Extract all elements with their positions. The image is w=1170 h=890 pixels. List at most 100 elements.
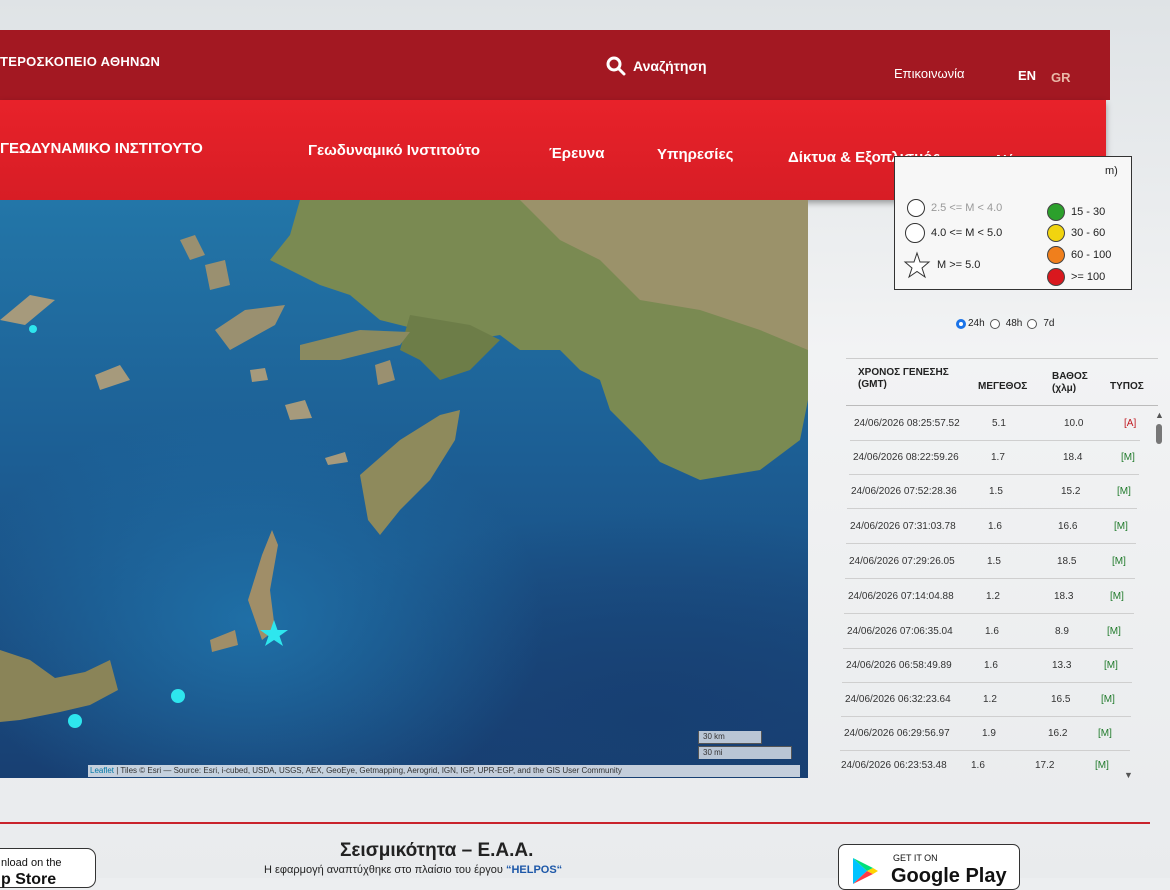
map-attribution: Leaflet | Tiles © Esri — Source: Esri, i… <box>88 765 800 777</box>
event-depth: 10.0 <box>1064 418 1084 429</box>
table-row[interactable]: 24/06/2026 06:32:23.64 1.2 16.5 [M] <box>841 682 1131 717</box>
search-icon <box>606 56 626 76</box>
depth-label: 60 - 100 <box>1071 249 1112 261</box>
depth-label: 30 - 60 <box>1071 227 1106 239</box>
event-magnitude: 1.7 <box>991 452 1005 463</box>
legend-depth-row: 15 - 30 <box>1047 203 1105 221</box>
legend-depth-row: >= 100 <box>1047 268 1105 286</box>
top-header-bar: ΤΕΡΟΣΚΟΠΕΙΟ ΑΘΗΝΩΝ Αναζήτηση Επικοινωνία… <box>0 30 1110 100</box>
leaflet-link[interactable]: Leaflet <box>90 766 114 775</box>
event-type: [M] <box>1101 694 1115 705</box>
event-time: 24/06/2026 07:14:04.88 <box>848 591 954 602</box>
island-kos <box>300 330 410 360</box>
col-depth-header-unit: (χλμ) <box>1052 383 1077 394</box>
footer-divider <box>0 822 1150 824</box>
radio-7d-label: 7d <box>1043 318 1055 329</box>
depth-dot-icon <box>1047 224 1065 242</box>
event-time: 24/06/2026 06:23:53.48 <box>841 760 947 771</box>
radio-7d[interactable] <box>1027 318 1038 329</box>
table-row[interactable]: 24/06/2026 08:25:57.52 5.1 10.0 [A] <box>850 406 1140 441</box>
map-legend: m) 2.5 <= M < 4.0 4.0 <= M < 5.0 M >= 5.… <box>894 156 1132 290</box>
legend-mag-label: 4.0 <= M < 5.0 <box>931 227 1003 239</box>
event-magnitude: 1.6 <box>971 760 985 771</box>
app-store-label: nload on the <box>1 857 62 869</box>
depth-dot-icon <box>1047 203 1065 221</box>
event-magnitude: 1.2 <box>986 591 1000 602</box>
event-time: 24/06/2026 06:58:49.89 <box>846 660 952 671</box>
event-time: 24/06/2026 07:06:35.04 <box>847 626 953 637</box>
nav-item-research[interactable]: Έρευνα <box>549 145 605 162</box>
quake-marker <box>171 689 185 703</box>
event-time: 24/06/2026 06:29:56.97 <box>844 728 950 739</box>
google-play-badge[interactable]: GET IT ON Google Play <box>838 844 1020 890</box>
depth-dot-icon <box>1047 268 1065 286</box>
google-play-small-label: GET IT ON <box>893 853 938 863</box>
col-depth-header: ΒΑΘΟΣ <box>1052 371 1088 382</box>
event-depth: 15.2 <box>1061 486 1081 497</box>
legend-circle-icon <box>905 223 925 243</box>
depth-label: >= 100 <box>1071 271 1106 283</box>
radio-24h-label: 24h <box>968 318 985 329</box>
site-name[interactable]: ΤΕΡΟΣΚΟΠΕΙΟ ΑΘΗΝΩΝ <box>0 54 160 69</box>
nav-item-services[interactable]: Υπηρεσίες <box>657 146 733 163</box>
search-button[interactable]: Αναζήτηση <box>606 56 707 76</box>
table-row[interactable]: 24/06/2026 08:22:59.26 1.7 18.4 [M] <box>849 440 1139 475</box>
legend-row-mag-5: M >= 5.0 <box>903 251 980 279</box>
google-play-label: Google Play <box>891 865 1007 887</box>
legend-star-icon <box>903 251 931 279</box>
event-depth: 16.5 <box>1051 694 1071 705</box>
island-tilos <box>285 400 312 420</box>
scroll-down-arrow-icon[interactable]: ▼ <box>1124 770 1133 780</box>
island-small-3 <box>325 452 348 465</box>
lang-gr-link[interactable]: GR <box>1051 70 1071 85</box>
depth-label: 15 - 30 <box>1071 206 1106 218</box>
event-depth: 8.9 <box>1055 626 1069 637</box>
island-small-west <box>0 295 55 325</box>
island-symi <box>375 360 395 385</box>
event-magnitude: 1.9 <box>982 728 996 739</box>
table-row[interactable]: 24/06/2026 07:06:35.04 1.6 8.9 [M] <box>843 614 1133 649</box>
table-row[interactable]: 24/06/2026 06:58:49.89 1.6 13.3 [M] <box>842 648 1132 683</box>
island-small-2 <box>95 365 130 390</box>
table-row[interactable]: 24/06/2026 07:31:03.78 1.6 16.6 [M] <box>846 509 1136 544</box>
nav-item-geodynamic-institute[interactable]: Γεωδυναμικό Ινστιτούτο <box>308 142 480 159</box>
legend-row-partial: 2.5 <= M < 4.0 <box>907 199 1002 217</box>
scale-mi: 30 mi <box>698 746 792 759</box>
legend-mag-label: M >= 5.0 <box>937 259 981 271</box>
seismic-map[interactable] <box>0 200 808 778</box>
scroll-up-arrow-icon[interactable]: ▲ <box>1155 410 1164 420</box>
map-scale-bar: 30 km 30 mi <box>698 731 792 759</box>
institute-title[interactable]: ΓΕΩΔΥΝΑΜΙΚΟ ΙΝΣΤΙΤΟΥΤΟ <box>0 140 203 157</box>
island-patmos <box>205 260 230 290</box>
radio-24h[interactable] <box>956 318 966 329</box>
island-rhodes <box>360 410 460 535</box>
table-row[interactable]: 24/06/2026 06:29:56.97 1.9 16.2 [M] <box>840 716 1130 751</box>
event-depth: 16.6 <box>1058 521 1078 532</box>
quake-marker <box>68 714 82 728</box>
col-type-header: ΤΥΠΟΣ <box>1110 381 1144 392</box>
legend-depth-row: 60 - 100 <box>1047 246 1111 264</box>
table-scrollbar-thumb[interactable] <box>1156 424 1162 444</box>
event-magnitude: 1.5 <box>989 486 1003 497</box>
map-tiles <box>0 200 808 728</box>
footer-subtitle-text: Η εφαρμογή αναπτύχθηκε στο πλαίσιο του έ… <box>264 864 503 876</box>
contact-link[interactable]: Επικοινωνία <box>894 66 965 81</box>
scale-km: 30 km <box>698 731 762 744</box>
legend-mag-label: 2.5 <= M < 4.0 <box>931 202 1003 214</box>
google-play-icon <box>853 858 878 884</box>
radio-48h[interactable] <box>989 318 1000 329</box>
table-row[interactable]: 24/06/2026 07:29:26.05 1.5 18.5 [M] <box>845 544 1135 579</box>
app-store-name: p Store <box>1 871 57 888</box>
table-row[interactable]: 24/06/2026 07:52:28.36 1.5 15.2 [M] <box>847 474 1137 509</box>
app-store-badge[interactable]: nload on the p Store <box>0 848 96 888</box>
event-type: [M] <box>1117 486 1131 497</box>
radio-48h-label: 48h <box>1005 318 1023 329</box>
table-row[interactable]: 24/06/2026 07:14:04.88 1.2 18.3 [M] <box>844 579 1134 614</box>
event-type: [M] <box>1098 728 1112 739</box>
event-type: [M] <box>1095 760 1109 771</box>
table-row[interactable]: 24/06/2026 06:23:53.48 1.6 17.2 [M] <box>839 748 1129 782</box>
event-type: [A] <box>1124 418 1137 429</box>
lang-en-link[interactable]: EN <box>1018 68 1036 83</box>
footer-project-name[interactable]: “HELPOS“ <box>506 864 562 876</box>
event-type: [M] <box>1114 521 1128 532</box>
